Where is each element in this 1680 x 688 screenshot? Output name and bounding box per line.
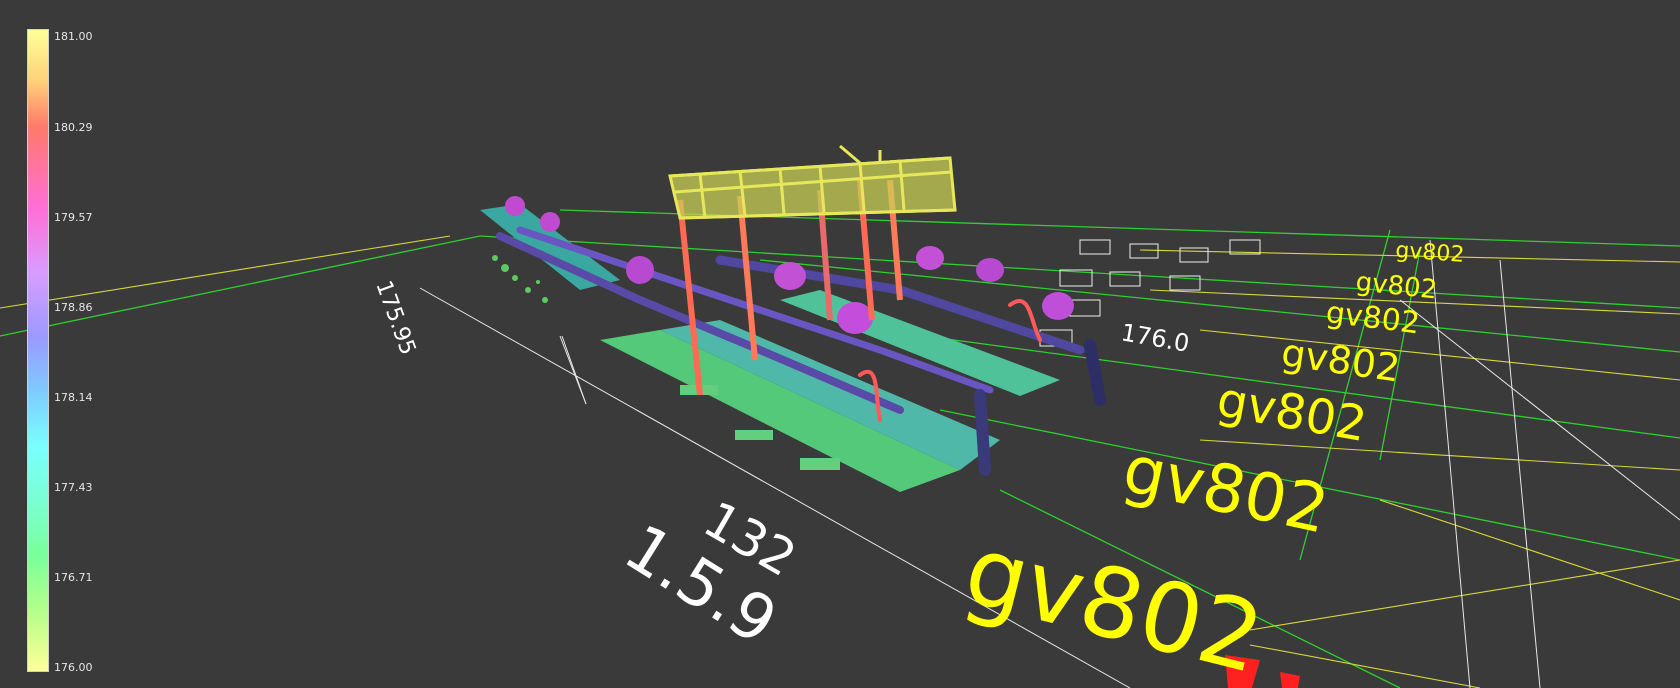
colorbar-tick-label: 180.29 [54,121,93,134]
colorbar-tick-label: 176.00 [54,661,93,674]
cad-label: gv802 [1395,238,1466,268]
colorbar-tick-label: 179.57 [54,211,93,224]
top-platform [668,144,957,220]
colorbar-tick-label: 177.43 [54,481,93,494]
cad-label: gv802 [1117,430,1335,548]
3d-viewport[interactable]: gv802 gv802 gv802 gv802 gv802 gv802 gv80… [0,0,1680,688]
elevation-colorbar [27,29,49,672]
cad-label: gv802 [954,514,1273,688]
vegetation [492,255,548,303]
colorbar-tick-label: 176.71 [54,571,93,584]
colorbar-tick-label: 178.86 [54,301,93,314]
point-cloud-scene[interactable]: gv802 gv802 gv802 gv802 gv802 gv802 gv80… [0,0,1680,688]
cad-label: 176.0 [1119,318,1192,358]
colorbar-tick-label: 178.14 [54,391,93,404]
cad-label: gv802 [1213,372,1371,453]
cad-label: 175.95 [370,278,420,359]
colorbar-tick-label: 181.00 [54,30,93,43]
cad-label: gv802 [1279,330,1403,390]
